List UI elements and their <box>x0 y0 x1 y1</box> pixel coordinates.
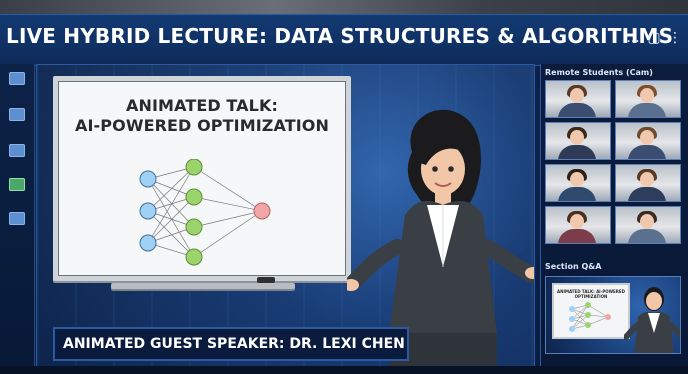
main-stage: ANIMATED TALK: AI-POWERED OPTIMIZATION A… <box>36 64 535 374</box>
qa-neural-network-diagram <box>569 302 611 332</box>
hidden-node <box>185 248 203 266</box>
lecture-title: LIVE HYBRID LECTURE: DATA STRUCTURES & A… <box>6 24 674 48</box>
folder-icon <box>9 144 25 157</box>
whiteboard-heading: ANIMATED TALK: AI-POWERED OPTIMIZATION <box>58 96 346 136</box>
people-icon <box>9 212 25 225</box>
more-options-button[interactable]: ⋮ <box>668 27 682 49</box>
phone-icon <box>9 178 25 191</box>
qa-whiteboard: ANIMATED TALK: AI-POWERED OPTIMIZATION <box>552 283 630 339</box>
participant-tile[interactable] <box>545 80 611 118</box>
whiteboard: ANIMATED TALK: AI-POWERED OPTIMIZATION <box>53 76 351 281</box>
sidebar-item-people[interactable] <box>5 212 29 227</box>
window-controls: ... ▢ ⋮ <box>626 27 682 49</box>
sidebar-item-files[interactable] <box>5 144 29 159</box>
screen-share-icon <box>9 72 25 85</box>
speaker-banner-text: ANIMATED GUEST SPEAKER: DR. LEXI CHEN <box>63 336 405 352</box>
sidebar-item-chat[interactable] <box>5 108 29 123</box>
output-node <box>253 202 271 220</box>
left-sidebar <box>0 64 35 374</box>
qa-thumbnail[interactable]: ANIMATED TALK: AI-POWERED OPTIMIZATION <box>545 276 681 354</box>
chat-icon <box>9 108 25 121</box>
maximize-button[interactable]: ▢ <box>647 27 661 49</box>
right-panel: Remote Students (Cam) Section Q&A ANIMAT… <box>540 64 688 374</box>
hidden-node <box>185 218 203 236</box>
whiteboard-heading-line-2: AI-POWERED OPTIMIZATION <box>75 116 329 135</box>
participant-tile[interactable] <box>615 122 681 160</box>
participant-tile[interactable] <box>615 206 681 244</box>
participant-tile[interactable] <box>545 206 611 244</box>
hidden-node <box>185 188 203 206</box>
participant-tile[interactable] <box>545 164 611 202</box>
bottom-strip <box>0 366 688 374</box>
qa-speaker-avatar <box>624 287 680 353</box>
participant-tile[interactable] <box>615 164 681 202</box>
whiteboard-heading-line-1: ANIMATED TALK: <box>126 96 278 115</box>
video-conference-window: LIVE HYBRID LECTURE: DATA STRUCTURES & A… <box>0 0 688 374</box>
participants-heading: Remote Students (Cam) <box>545 68 653 77</box>
input-node <box>139 202 157 220</box>
sidebar-item-screen-share[interactable] <box>5 72 29 87</box>
minimize-button[interactable]: ... <box>626 27 640 49</box>
participant-tile[interactable] <box>545 122 611 160</box>
top-strip <box>0 0 688 14</box>
hidden-node <box>185 159 203 176</box>
speaker-banner: ANIMATED GUEST SPEAKER: DR. LEXI CHEN <box>53 327 409 361</box>
input-node <box>139 234 157 252</box>
qa-heading: Section Q&A <box>545 262 602 271</box>
sidebar-item-phone[interactable] <box>5 178 29 193</box>
participant-tile[interactable] <box>615 80 681 118</box>
whiteboard-tray <box>111 283 295 289</box>
title-bar: LIVE HYBRID LECTURE: DATA STRUCTURES & A… <box>0 14 688 66</box>
whiteboard-marker <box>257 277 275 283</box>
neural-network-diagram <box>139 159 271 266</box>
input-node <box>139 170 157 188</box>
